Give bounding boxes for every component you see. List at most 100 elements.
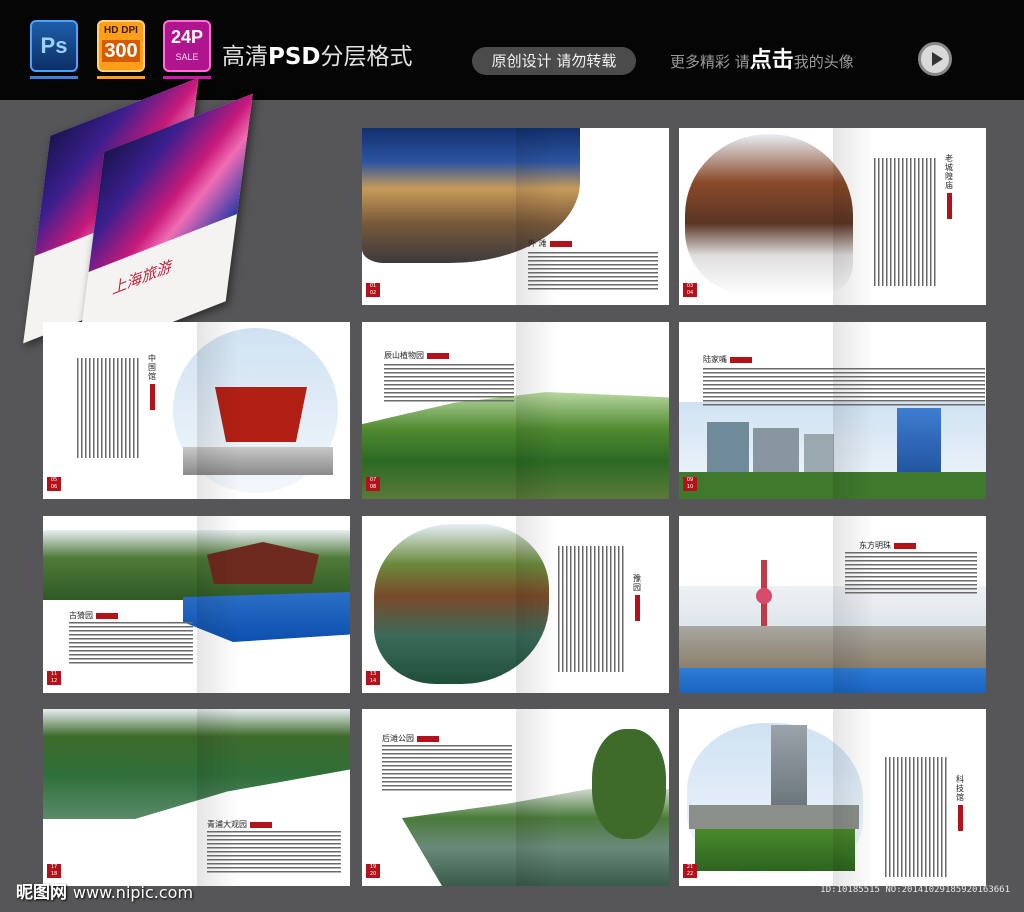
body-text-block bbox=[207, 831, 341, 875]
pages-count: 24P bbox=[170, 27, 204, 47]
spread-china-pavilion: 中国馆 05 06 bbox=[43, 322, 350, 499]
spread-heading: 豫 园 bbox=[632, 574, 642, 621]
body-text-block bbox=[885, 757, 947, 877]
museum-trees bbox=[695, 829, 855, 871]
heading-tag bbox=[96, 613, 118, 619]
spread-heading: 陆家嘴 bbox=[703, 354, 752, 365]
spread-qingpu-garden: 青浦大观园 17 18 bbox=[43, 709, 350, 886]
pages-sale-badge: 24P SALE bbox=[163, 20, 211, 72]
top-banner: Ps HD DPI 300 24P SALE 高清PSD分层格式 原创设计 请勿… bbox=[0, 0, 1024, 100]
spread-guyi-garden: 古猗园 11 12 bbox=[43, 516, 350, 693]
heading-tag bbox=[417, 736, 439, 742]
site-url: www.nipic.com bbox=[72, 883, 194, 902]
body-text-block bbox=[382, 745, 512, 791]
more-suffix: 我的头像 bbox=[793, 53, 854, 71]
brochure-covers: 上海旅游 bbox=[23, 77, 300, 360]
heading-tag bbox=[149, 384, 155, 410]
sale-label: SALE bbox=[175, 52, 199, 62]
spread-yu-garden: 豫 园 13 14 bbox=[362, 516, 669, 693]
heading-text: 科技馆 bbox=[956, 775, 964, 802]
heading-text: 豫 园 bbox=[633, 574, 641, 592]
title-suffix: 分层格式 bbox=[320, 44, 413, 70]
heading-text: 中国馆 bbox=[148, 354, 156, 381]
heading-tag bbox=[894, 543, 916, 549]
ps-label: Ps bbox=[40, 33, 68, 58]
body-text-block bbox=[384, 364, 514, 404]
page-fold bbox=[832, 128, 876, 305]
original-design-pill: 原创设计 请勿转载 bbox=[472, 47, 636, 75]
dpi-value: 300 bbox=[102, 40, 140, 62]
heading-tag bbox=[957, 805, 963, 831]
color-bar-pink bbox=[163, 76, 211, 79]
tree-photo bbox=[592, 729, 666, 839]
body-text-block bbox=[69, 622, 193, 664]
body-text-block bbox=[528, 252, 658, 292]
body-text-block bbox=[558, 546, 624, 672]
spread-houtan-park: 后滩公园 19 20 bbox=[362, 709, 669, 886]
page-fold bbox=[196, 516, 240, 693]
nipic-watermark: 昵图网 www.nipic.com bbox=[16, 878, 193, 903]
spread-heading: 老城隍庙 bbox=[944, 154, 954, 219]
heading-tag bbox=[549, 241, 572, 247]
heading-text: 青浦大观园 bbox=[207, 820, 247, 829]
spread-heading: 东方明珠 bbox=[859, 540, 916, 551]
click-label: 点击 bbox=[749, 48, 794, 73]
heading-tag bbox=[946, 193, 952, 219]
page-fold bbox=[832, 322, 876, 499]
title-prefix: 高清 bbox=[222, 44, 268, 70]
spread-city-god-temple: 老城隍庙 03 04 bbox=[679, 128, 986, 305]
body-text-block bbox=[703, 368, 985, 408]
body-text-block bbox=[845, 552, 977, 596]
page-number: 01 02 bbox=[366, 283, 380, 297]
spread-lujiazui: 陆家嘴 09 10 bbox=[679, 322, 986, 499]
museum-tower bbox=[771, 725, 807, 809]
spread-science-museum: 科技馆 21 22 bbox=[679, 709, 986, 886]
page-number: 21 22 bbox=[683, 864, 697, 878]
heading-text: 外 滩 bbox=[528, 239, 547, 248]
heading-tag bbox=[427, 353, 449, 359]
page-number: 03 04 bbox=[683, 283, 697, 297]
page-number: 09 10 bbox=[683, 477, 697, 491]
pearl-tower-sphere bbox=[756, 588, 772, 604]
spread-heading: 中国馆 bbox=[147, 354, 157, 410]
spread-heading: 古猗园 bbox=[69, 610, 118, 621]
more-link-text[interactable]: 更多精彩 请点击我的头像 bbox=[670, 46, 854, 77]
heading-tag bbox=[634, 595, 640, 621]
page-fold bbox=[515, 516, 559, 693]
next-arrow-icon[interactable] bbox=[918, 42, 952, 76]
heading-tag bbox=[730, 357, 752, 363]
spread-heading: 外 滩 bbox=[528, 238, 572, 249]
color-bar-blue bbox=[30, 76, 78, 79]
photoshop-badge: Ps bbox=[30, 20, 78, 72]
heading-text: 后滩公园 bbox=[382, 734, 414, 743]
heading-tag bbox=[250, 822, 272, 828]
page-number: 05 06 bbox=[47, 477, 61, 491]
spread-heading: 科技馆 bbox=[955, 775, 965, 831]
heading-text: 老城隍庙 bbox=[945, 154, 953, 190]
temple-photo bbox=[685, 134, 853, 296]
title-psd: PSD bbox=[268, 44, 321, 70]
banner-title: 高清PSD分层格式 bbox=[222, 42, 413, 72]
page-number: 17 18 bbox=[47, 864, 61, 878]
spread-chenshan-garden: 辰山植物园 07 08 bbox=[362, 322, 669, 499]
hd-dpi-badge: HD DPI 300 bbox=[97, 20, 145, 72]
page-number: 11 12 bbox=[47, 671, 61, 685]
page-fold bbox=[515, 322, 559, 499]
page-fold bbox=[196, 322, 240, 499]
body-text-block bbox=[77, 358, 139, 458]
heading-text: 东方明珠 bbox=[859, 541, 891, 550]
spread-heading: 后滩公园 bbox=[382, 733, 439, 744]
site-name: 昵图网 bbox=[16, 883, 67, 903]
spread-heading: 青浦大观园 bbox=[207, 819, 272, 830]
page-number: 13 14 bbox=[366, 671, 380, 685]
cover-title: 上海旅游 bbox=[111, 256, 174, 299]
hd-dpi-label: HD DPI bbox=[104, 25, 138, 36]
page-number: 19 20 bbox=[366, 864, 380, 878]
color-bar-orange bbox=[97, 76, 145, 79]
page-fold bbox=[832, 709, 876, 886]
spread-oriental-pearl: 东方明珠 bbox=[679, 516, 986, 693]
spread-bund: 外 滩 01 02 bbox=[362, 128, 669, 305]
page-fold bbox=[515, 709, 559, 886]
heading-text: 陆家嘴 bbox=[703, 355, 727, 364]
body-text-block bbox=[874, 158, 936, 286]
